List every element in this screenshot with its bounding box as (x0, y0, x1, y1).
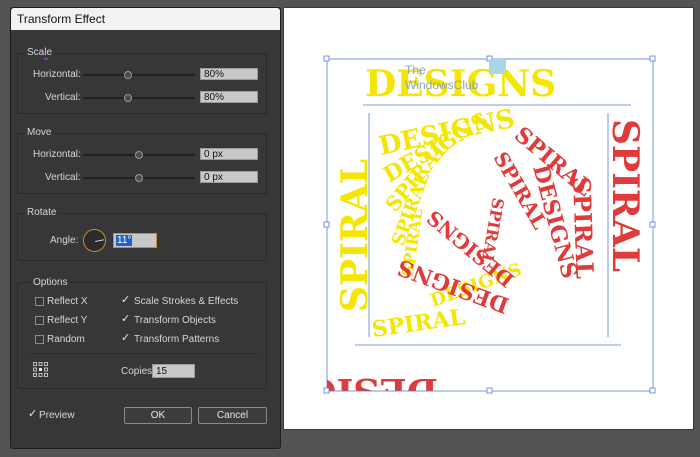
reflect-y-label: Reflect Y (47, 315, 88, 326)
reflect-x-label: Reflect X (47, 296, 88, 307)
angle-dial[interactable] (83, 229, 106, 252)
move-group-label: Move (24, 127, 55, 138)
slider-thumb[interactable] (124, 71, 132, 79)
dialog-title: Transform Effect (17, 12, 106, 26)
move-vertical-label: Vertical: (45, 172, 81, 183)
transform-objects-label: Transform Objects (134, 315, 216, 326)
scale-horizontal-label: Horizontal: (33, 69, 81, 80)
move-vertical-field[interactable]: 0 px (200, 171, 258, 183)
art-spiral-yellow-7: SPIRAL (370, 304, 466, 343)
scale-strokes-label: Scale Strokes & Effects (134, 296, 239, 307)
move-group (17, 133, 267, 194)
rotate-group-label: Rotate (24, 207, 60, 218)
preview-label: Preview (39, 410, 75, 421)
copies-label: Copies (121, 366, 153, 377)
art-word-right: SPIRAL (604, 119, 646, 272)
art-spiral-red-7: SPIRAL (477, 196, 508, 266)
random-label: Random (47, 334, 85, 345)
watermark-line1: The (405, 63, 426, 77)
scale-vertical-slider[interactable] (83, 94, 195, 102)
scale-group-label: Scale (24, 47, 56, 58)
watermark-logo-icon (489, 59, 506, 74)
options-group-label: Options (30, 277, 71, 288)
art-spiral-red-4: SPIRAL (567, 176, 600, 279)
transform-patterns-label: Transform Patterns (134, 334, 220, 345)
random-checkbox[interactable] (35, 335, 44, 344)
scale-vertical-label: Vertical: (45, 92, 81, 103)
dialog-titlebar[interactable]: Transform Effect (11, 8, 280, 30)
move-vertical-slider[interactable] (83, 174, 195, 182)
reference-point-icon[interactable] (33, 362, 48, 377)
scale-horizontal-field[interactable]: 80% (200, 68, 258, 80)
art-word-left: SPIRAL (334, 159, 376, 312)
preview-checkbox[interactable]: ✓ (28, 409, 37, 420)
dial-indicator (95, 239, 105, 242)
scale-group (17, 53, 267, 114)
scale-vertical-field[interactable]: 80% (200, 91, 258, 103)
slider-thumb[interactable] (124, 94, 132, 102)
scale-horizontal-slider[interactable] (83, 71, 195, 79)
transform-patterns-checkbox[interactable]: ✓ (121, 333, 130, 344)
ok-button[interactable]: OK (124, 407, 192, 424)
reflect-x-checkbox[interactable] (35, 297, 44, 306)
move-horizontal-field[interactable]: 0 px (200, 148, 258, 160)
transform-objects-checkbox[interactable]: ✓ (121, 314, 130, 325)
angle-field[interactable]: 11° (113, 233, 157, 248)
move-horizontal-label: Horizontal: (33, 149, 81, 160)
scale-strokes-checkbox[interactable]: ✓ (121, 295, 130, 306)
reflect-y-checkbox[interactable] (35, 316, 44, 325)
slider-thumb[interactable] (135, 174, 143, 182)
angle-value: 11° (116, 235, 133, 246)
slider-thumb[interactable] (135, 151, 143, 159)
cancel-button[interactable]: Cancel (198, 407, 267, 424)
watermark-line2: WindowsClub (405, 78, 479, 92)
copies-field[interactable]: 15 (152, 364, 195, 378)
angle-label: Angle: (50, 235, 79, 246)
options-divider (30, 353, 258, 354)
move-horizontal-slider[interactable] (83, 151, 195, 159)
